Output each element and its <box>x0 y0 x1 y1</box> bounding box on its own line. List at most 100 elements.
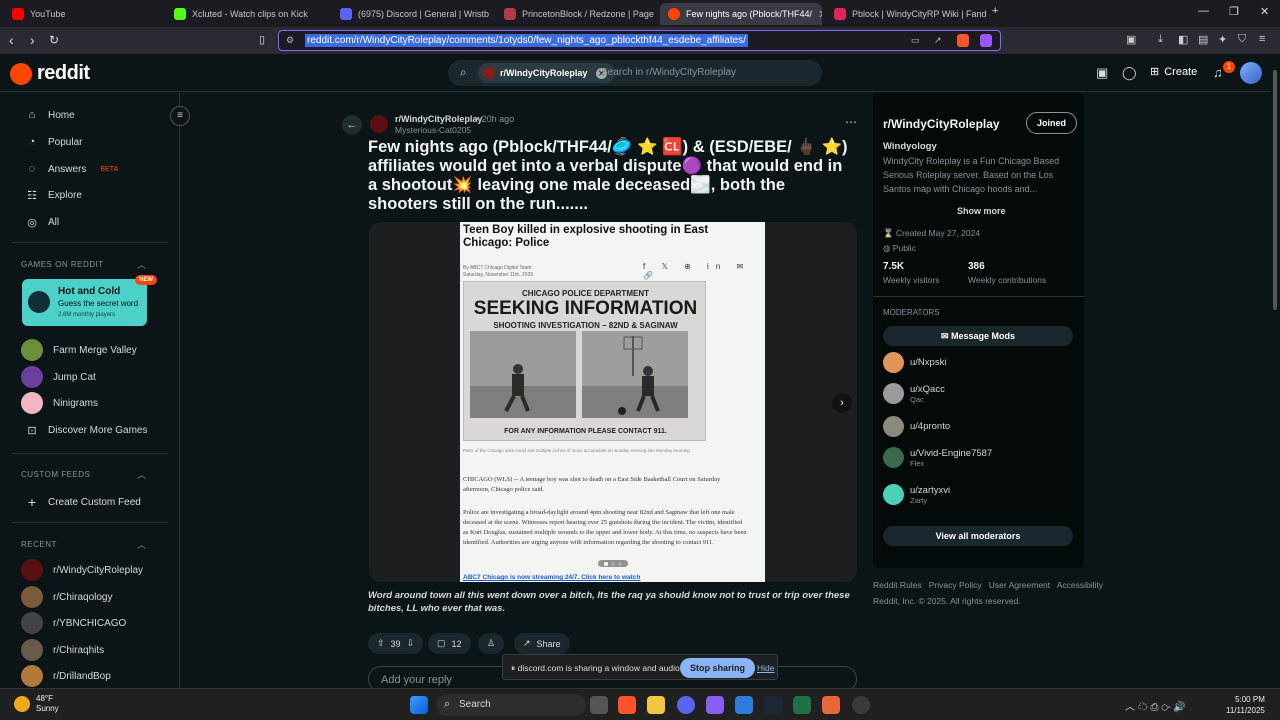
community-name[interactable]: r/WindyCityRoleplay <box>883 117 1000 131</box>
message-mods-button[interactable]: ✉ Message Mods <box>883 326 1073 346</box>
file-explorer-icon[interactable] <box>647 696 665 714</box>
weather-widget[interactable]: 48°F Sunny <box>14 694 59 714</box>
windows-start-icon[interactable] <box>410 696 428 714</box>
recent-item[interactable]: r/Chiraqology <box>21 586 112 608</box>
show-more-button[interactable]: Show more <box>957 206 1006 216</box>
chat-icon[interactable]: ◯ <box>1122 65 1137 81</box>
address-bar[interactable]: ⚙ reddit.com/r/WindyCityRoleplay/comment… <box>278 30 1001 51</box>
cast-icon[interactable]: ▭ <box>911 35 920 46</box>
advertise-icon[interactable]: ▣ <box>1096 65 1108 81</box>
clock[interactable]: 5:00 PM 11/11/2025 <box>1226 694 1265 716</box>
back-arrow-icon[interactable]: ‹ <box>9 32 14 48</box>
leo-icon[interactable]: ✦ <box>1218 33 1227 46</box>
back-button[interactable]: ← <box>342 115 362 135</box>
featured-game-card[interactable]: Hot and Cold Guess the secret word 2.6M … <box>22 279 147 326</box>
app-icon[interactable] <box>822 696 840 714</box>
brave-browser-icon[interactable] <box>618 696 636 714</box>
gallery-dot[interactable] <box>618 561 622 566</box>
excel-icon[interactable] <box>793 696 811 714</box>
share-page-icon[interactable]: ↗ <box>934 35 942 46</box>
sidebar-discover-games[interactable]: ⊡ Discover More Games <box>26 424 147 437</box>
store-icon[interactable] <box>735 696 753 714</box>
chevron-up-icon[interactable]: ︿ <box>137 538 146 551</box>
tab-fandom-wiki[interactable]: Pblock | WindyCityRP Wiki | Fandom <box>826 3 986 25</box>
close-tab-icon[interactable]: ✕ <box>818 8 822 21</box>
joined-button[interactable]: Joined <box>1026 112 1078 134</box>
share-button[interactable]: ↗ Share <box>514 633 570 654</box>
sidebar-game-ninigrams[interactable]: Ninigrams <box>21 392 98 414</box>
discord-icon[interactable] <box>677 696 695 714</box>
chatgpt-icon[interactable] <box>852 696 870 714</box>
recent-item[interactable]: r/DrillandBop <box>21 665 111 687</box>
brave-rewards-icon[interactable] <box>980 34 992 47</box>
taskbar-search[interactable]: ⌕ Search <box>436 694 586 716</box>
create-custom-feed[interactable]: + Create Custom Feed <box>26 494 141 510</box>
recent-item[interactable]: r/YBNCHICAGO <box>21 612 126 634</box>
gallery-dot[interactable] <box>611 561 615 566</box>
comments-button[interactable]: ▢ 12 <box>428 633 471 654</box>
moderator-item[interactable]: u/zartyxvi Zarty <box>883 484 950 505</box>
post-author[interactable]: Mysterious-Cat0205 <box>395 125 471 135</box>
moderator-item[interactable]: u/4pronto <box>883 416 950 437</box>
award-button[interactable]: ♙ <box>478 633 505 654</box>
downvote-icon[interactable]: ⇩ <box>407 638 415 649</box>
chevron-up-icon[interactable]: ︿ <box>137 258 146 271</box>
tab-discord[interactable]: (6975) Discord | General | Wristb <box>332 3 492 25</box>
tab-princetonblock[interactable]: PrincetonBlock / Redzone | Page <box>496 3 656 25</box>
recent-item[interactable]: r/Chiraqhits <box>21 639 104 661</box>
create-button[interactable]: ⊞ Create <box>1150 65 1197 79</box>
bookmark-icon[interactable]: ▯ <box>259 32 265 48</box>
search-bar[interactable]: ⌕ r/WindyCityRoleplay ✕ Search in r/Wind… <box>448 60 822 86</box>
post-image-gallery[interactable]: Teen Boy killed in explosive shooting in… <box>369 222 857 582</box>
close-window-button[interactable]: ✕ <box>1260 5 1269 18</box>
minimize-button[interactable]: — <box>1198 5 1209 17</box>
next-image-button[interactable]: › <box>832 393 852 413</box>
view-all-moderators-button[interactable]: View all moderators <box>883 526 1073 546</box>
sidebar-game-jump-cat[interactable]: Jump Cat <box>21 366 96 388</box>
sidebar-toggle-icon[interactable]: ▣ <box>1126 33 1136 46</box>
wallet-icon[interactable]: ▤ <box>1198 33 1208 46</box>
sidebar-game-farm-merge[interactable]: Farm Merge Valley <box>21 339 137 361</box>
hide-link[interactable]: Hide <box>757 663 774 673</box>
vpn-icon[interactable]: ⛉ <box>1238 33 1246 46</box>
system-tray[interactable]: ︿ ☁ ⎙ ⧃ 🔊 <box>1125 698 1186 713</box>
sidebar-item-explore[interactable]: ☷ Explore <box>26 189 82 202</box>
tab-youtube[interactable]: YouTube <box>4 3 164 25</box>
more-options-icon[interactable]: ⋯ <box>845 115 857 129</box>
search-scope-chip[interactable]: r/WindyCityRoleplay ✕ <box>478 63 615 83</box>
reload-icon[interactable]: ↻ <box>49 32 59 48</box>
collapse-sidebar-button[interactable]: ≡ <box>170 106 190 126</box>
tab-reddit-post[interactable]: Few nights ago (Pblock/THF44/ ✕ <box>660 3 822 25</box>
brave-shields-icon[interactable] <box>957 34 969 47</box>
forward-arrow-icon[interactable]: › <box>30 32 35 48</box>
stop-sharing-button[interactable]: Stop sharing <box>680 658 756 678</box>
maximize-button[interactable]: ❐ <box>1229 5 1239 18</box>
sidebar-item-answers[interactable]: ◌ Answers BETA <box>26 163 118 175</box>
copilot-icon[interactable] <box>706 696 724 714</box>
gallery-dot[interactable] <box>604 561 608 566</box>
moderator-item[interactable]: u/xQacc Qac <box>883 383 945 404</box>
user-avatar[interactable] <box>1240 62 1262 84</box>
sidebar-item-all[interactable]: ◎ All <box>26 216 59 229</box>
chevron-up-icon[interactable]: ︿ <box>137 468 146 481</box>
downloads-icon[interactable]: ⤓ <box>1158 33 1163 46</box>
scrollbar-thumb[interactable] <box>1273 70 1277 310</box>
reddit-logo[interactable]: reddit <box>10 62 90 85</box>
recent-item[interactable]: r/WindyCityRoleplay <box>21 559 143 581</box>
subreddit-icon[interactable] <box>370 115 388 133</box>
steam-icon[interactable] <box>764 696 782 714</box>
post-subreddit[interactable]: r/WindyCityRoleplay <box>395 114 482 124</box>
search-input[interactable]: Search in r/WindyCityRoleplay <box>601 67 736 78</box>
site-info-icon[interactable]: ⚙ <box>286 35 294 46</box>
url-text[interactable]: reddit.com/r/WindyCityRoleplay/comments/… <box>305 34 748 47</box>
moderator-item[interactable]: u/Vivid-Engine7587 Flex <box>883 447 992 468</box>
sidebar-item-popular[interactable]: ◔ Popular <box>26 136 83 148</box>
tab-kick[interactable]: Xcluted - Watch clips on Kick <box>166 3 328 25</box>
new-tab-button[interactable]: + <box>992 5 998 17</box>
split-view-icon[interactable]: ◧ <box>1178 33 1188 46</box>
sidebar-item-home[interactable]: ⌂ Home <box>26 109 75 121</box>
upvote-icon[interactable]: ⇧ <box>377 638 385 649</box>
footer-links[interactable]: Reddit Rules Privacy Policy User Agreeme… <box>873 580 1103 590</box>
moderator-item[interactable]: u/Nxpski <box>883 352 946 373</box>
bell-icon[interactable]: ♫ <box>1213 65 1223 80</box>
